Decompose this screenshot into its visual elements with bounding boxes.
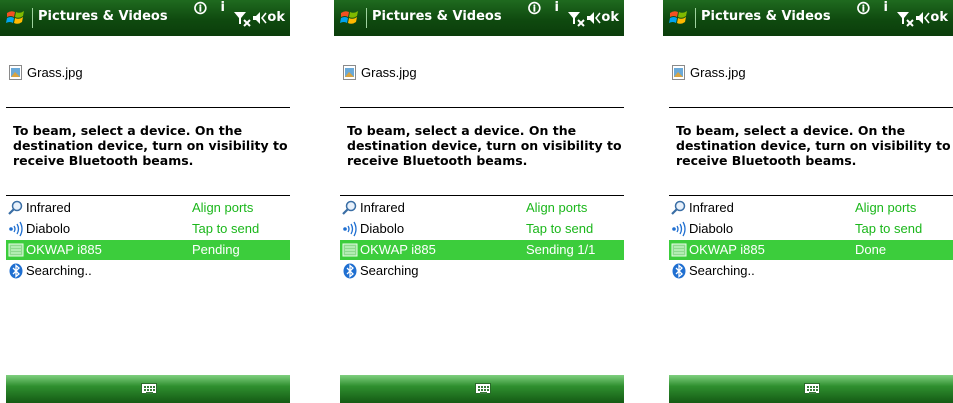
- bluetooth-icon: [671, 263, 687, 279]
- divider: [340, 107, 624, 108]
- device-name: Searching..: [26, 263, 92, 278]
- title-separator: [32, 8, 33, 28]
- file-name: Grass.jpg: [690, 65, 746, 80]
- device-status: Tap to send: [855, 221, 923, 236]
- device-status: Pending: [192, 242, 240, 257]
- ok-button[interactable]: ok: [267, 10, 285, 25]
- device-name: Infrared: [689, 200, 734, 215]
- device-name: OKWAP i885: [26, 242, 102, 257]
- windows-start-icon[interactable]: [669, 9, 689, 27]
- phone-screen-2: Pictures & Videos 🛈 i ok Grass.jpg To be…: [334, 0, 624, 403]
- ok-button[interactable]: ok: [601, 10, 619, 25]
- image-file-icon: [672, 65, 685, 80]
- windows-start-icon[interactable]: [6, 9, 26, 27]
- image-file-icon: [343, 65, 356, 80]
- title-bar: Pictures & Videos 🛈 i ok: [663, 0, 953, 36]
- device-row[interactable]: Diabolo Tap to send: [340, 219, 624, 239]
- device-name: Infrared: [360, 200, 405, 215]
- phone-device-icon: [342, 242, 358, 258]
- device-status: Align ports: [526, 200, 588, 215]
- phone-screen-1: Pictures & Videos 🛈 i ok Grass.jpg To be…: [0, 0, 290, 403]
- device-row[interactable]: Searching..: [669, 261, 953, 281]
- device-name: Diabolo: [360, 221, 405, 236]
- ok-button[interactable]: ok: [930, 10, 948, 25]
- info-icon[interactable]: i: [884, 0, 888, 15]
- device-row[interactable]: OKWAP i885 Done: [669, 240, 953, 260]
- magnifier-icon: [8, 200, 24, 216]
- device-row[interactable]: Infrared Align ports: [669, 198, 953, 218]
- connectivity-icon[interactable]: 🛈: [857, 0, 870, 22]
- instruction-text: To beam, select a device. On the destina…: [347, 123, 622, 168]
- keyboard-icon[interactable]: [141, 383, 157, 394]
- app-title: Pictures & Videos: [38, 9, 168, 24]
- device-name: OKWAP i885: [360, 242, 436, 257]
- device-name: Diabolo: [26, 221, 71, 236]
- connectivity-icon[interactable]: 🛈: [194, 0, 207, 22]
- device-row[interactable]: OKWAP i885 Sending 1/1: [340, 240, 624, 260]
- device-name: OKWAP i885: [689, 242, 765, 257]
- divider: [340, 195, 624, 196]
- no-signal-icon[interactable]: [567, 10, 587, 28]
- title-bar: Pictures & Videos 🛈 i ok: [0, 0, 290, 36]
- bluetooth-icon: [8, 263, 24, 279]
- instruction-text: To beam, select a device. On the destina…: [13, 123, 288, 168]
- no-signal-icon[interactable]: [233, 10, 253, 28]
- device-row[interactable]: Diabolo Tap to send: [6, 219, 290, 239]
- magnifier-icon: [342, 200, 358, 216]
- no-signal-icon[interactable]: [896, 10, 916, 28]
- device-row[interactable]: Infrared Align ports: [6, 198, 290, 218]
- device-status: Align ports: [192, 200, 254, 215]
- device-row[interactable]: Searching: [340, 261, 624, 281]
- keyboard-icon[interactable]: [804, 383, 820, 394]
- image-file-icon: [9, 65, 22, 80]
- title-bar: Pictures & Videos 🛈 i ok: [334, 0, 624, 36]
- phone-device-icon: [8, 242, 24, 258]
- device-status: Sending 1/1: [526, 242, 596, 257]
- file-name: Grass.jpg: [27, 65, 83, 80]
- instruction-text: To beam, select a device. On the destina…: [676, 123, 951, 168]
- connectivity-icon[interactable]: 🛈: [528, 0, 541, 22]
- device-status: Done: [855, 242, 887, 257]
- title-separator: [366, 8, 367, 28]
- device-status: Tap to send: [526, 221, 594, 236]
- bluetooth-icon: [342, 263, 358, 279]
- device-name: Diabolo: [689, 221, 734, 236]
- file-name: Grass.jpg: [361, 65, 417, 80]
- device-name: Infrared: [26, 200, 71, 215]
- keyboard-icon[interactable]: [475, 383, 491, 394]
- bluetooth-waves-icon: [8, 221, 24, 237]
- bluetooth-waves-icon: [671, 221, 687, 237]
- soft-key-bar: [340, 375, 624, 403]
- divider: [6, 107, 290, 108]
- volume-icon[interactable]: [252, 10, 268, 26]
- title-separator: [695, 8, 696, 28]
- device-row[interactable]: Infrared Align ports: [340, 198, 624, 218]
- soft-key-bar: [6, 375, 290, 403]
- windows-start-icon[interactable]: [340, 9, 360, 27]
- app-title: Pictures & Videos: [701, 9, 831, 24]
- magnifier-icon: [671, 200, 687, 216]
- bluetooth-waves-icon: [342, 221, 358, 237]
- device-status: Tap to send: [192, 221, 260, 236]
- divider: [6, 195, 290, 196]
- phone-device-icon: [671, 242, 687, 258]
- info-icon[interactable]: i: [221, 0, 225, 15]
- volume-icon[interactable]: [586, 10, 602, 26]
- device-name: Searching: [360, 263, 419, 278]
- info-icon[interactable]: i: [555, 0, 559, 15]
- volume-icon[interactable]: [915, 10, 931, 26]
- divider: [669, 107, 953, 108]
- phone-screen-3: Pictures & Videos 🛈 i ok Grass.jpg To be…: [663, 0, 953, 403]
- divider: [669, 195, 953, 196]
- app-title: Pictures & Videos: [372, 9, 502, 24]
- device-name: Searching..: [689, 263, 755, 278]
- soft-key-bar: [669, 375, 953, 403]
- device-row[interactable]: OKWAP i885 Pending: [6, 240, 290, 260]
- device-row[interactable]: Diabolo Tap to send: [669, 219, 953, 239]
- device-row[interactable]: Searching..: [6, 261, 290, 281]
- device-status: Align ports: [855, 200, 917, 215]
